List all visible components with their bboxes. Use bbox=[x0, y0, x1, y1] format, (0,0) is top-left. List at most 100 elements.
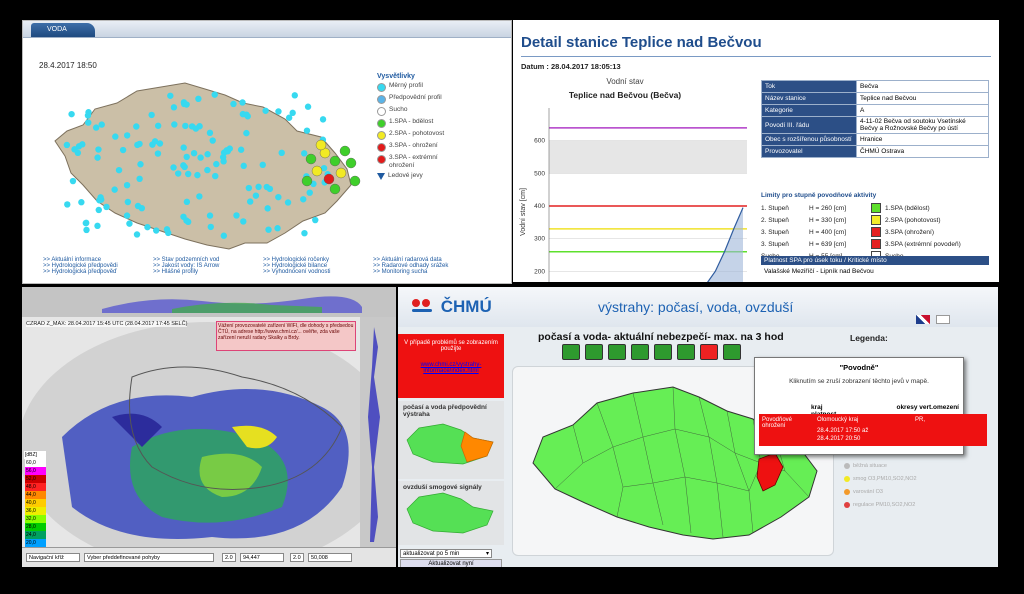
chart-title: Vodní stav bbox=[606, 77, 643, 86]
step-field-1[interactable]: 2.0 bbox=[222, 553, 236, 562]
gauge-dot bbox=[126, 220, 133, 227]
gauge-dot bbox=[136, 140, 143, 148]
gauge-dot bbox=[255, 183, 262, 191]
footer-link[interactable]: >> Vyhodnocení vodnosti bbox=[263, 269, 373, 275]
row-okres: PR, bbox=[915, 417, 926, 423]
title-divider bbox=[521, 56, 991, 57]
legend-item: Měrný profil bbox=[377, 82, 457, 92]
step-field-2[interactable]: 2.0 bbox=[290, 553, 304, 562]
coord-field-2[interactable]: 50,008 bbox=[308, 553, 352, 562]
tab-voda[interactable]: VODA bbox=[31, 23, 95, 37]
phenomenon-toggle-icon[interactable] bbox=[677, 344, 695, 360]
gauge-dot bbox=[85, 109, 92, 116]
gauge-dot bbox=[167, 92, 174, 99]
gauge-dot bbox=[111, 186, 118, 193]
warning-row[interactable]: Povodňové ohrožení Olomoucký kraj 28.4.2… bbox=[759, 414, 987, 446]
mail-icon[interactable] bbox=[936, 315, 950, 324]
gauge-dot bbox=[211, 91, 218, 98]
smog-signal-box[interactable]: ovzduší smogové signály bbox=[398, 481, 504, 545]
gauge-dot bbox=[112, 133, 119, 140]
smog-minimap[interactable] bbox=[403, 491, 499, 535]
alert-dot bbox=[335, 167, 347, 179]
legend-marker-icon bbox=[377, 95, 386, 104]
phenomenon-toggle-icon[interactable] bbox=[608, 344, 626, 360]
problem-link[interactable]: www.chmi.cz/vystrahy-informace/index.htm… bbox=[398, 362, 504, 374]
chmu-logo[interactable]: ČHMÚ bbox=[410, 297, 492, 317]
table-row: Povodí III. řádu 4-11-02 Bečva od soutoku… bbox=[761, 116, 989, 134]
limit-stage: 2. Stupeň bbox=[761, 216, 789, 224]
gauge-dot bbox=[180, 100, 188, 108]
logo-text: ČHMÚ bbox=[440, 297, 492, 316]
limit-row: 1. Stupeň H = 260 [cm] 1.SPA (bdělost) bbox=[761, 202, 989, 214]
gauge-dot bbox=[204, 166, 211, 174]
table-key: Obec s rozšířenou působností bbox=[761, 133, 857, 146]
scale-step: 20,0 bbox=[25, 539, 46, 547]
footer-links: >> Aktuální informace >> Stav podzemních … bbox=[43, 257, 483, 275]
legend-marker-icon bbox=[377, 173, 385, 180]
legend-list-item: varování O3 bbox=[844, 485, 917, 498]
gauge-dot bbox=[206, 212, 214, 219]
nav-cross-select[interactable]: Navigační kříž bbox=[26, 553, 80, 562]
gauge-dot bbox=[71, 146, 78, 153]
phenomenon-toggle-icon[interactable] bbox=[585, 344, 603, 360]
phenomenon-toggle-icon[interactable] bbox=[654, 344, 672, 360]
tab-bar: VODA bbox=[23, 21, 511, 38]
y-tick-label: 400 bbox=[534, 203, 545, 210]
popup-title: "Povodně" bbox=[839, 363, 879, 372]
alert-dot bbox=[349, 175, 361, 187]
gauge-dot bbox=[264, 205, 271, 212]
y-tick-label: 300 bbox=[534, 236, 545, 243]
warnings-header: ČHMÚ výstrahy: počasí, voda, ovzduší bbox=[398, 287, 998, 327]
cz-water-map[interactable] bbox=[35, 61, 375, 261]
coord-field-1[interactable]: 94,447 bbox=[240, 553, 284, 562]
gauge-dot bbox=[278, 149, 285, 157]
forecast-warning-box[interactable]: počasí a voda předpovědní výstraha bbox=[398, 401, 504, 479]
gauge-dot bbox=[133, 231, 141, 238]
legend-item: 1.SPA - bdělost bbox=[377, 118, 457, 128]
station-detail-panel: Detail stanice Teplice nad Bečvou Datum … bbox=[513, 20, 999, 282]
phenomenon-toggle-icon[interactable] bbox=[631, 344, 649, 360]
legend-dot-icon bbox=[844, 475, 850, 482]
gauge-dot bbox=[275, 108, 282, 115]
scale-step: 32,0 bbox=[25, 515, 46, 523]
row-kraj: Olomoucký kraj bbox=[817, 417, 859, 423]
alert-dot bbox=[305, 153, 317, 165]
gauge-dot bbox=[63, 141, 71, 149]
table-value: Bečva bbox=[856, 80, 989, 93]
gauge-dot bbox=[206, 129, 214, 137]
y-tick-label: 200 bbox=[534, 268, 545, 275]
legend-dot-icon bbox=[844, 501, 850, 508]
legend-item: 3.SPA - extrémní ohrožení bbox=[377, 154, 457, 170]
gauge-dot bbox=[213, 160, 220, 168]
legend-label: Ledové jevy bbox=[388, 172, 423, 179]
legend-item: Ledové jevy bbox=[377, 172, 457, 180]
preset-moves-select[interactable]: Vyber předdefinované pohyby bbox=[84, 553, 214, 562]
footer-link[interactable]: >> Monitoring sucha bbox=[373, 269, 483, 275]
refresh-now-button[interactable]: Aktualizovat nyní bbox=[400, 559, 502, 567]
gauge-dot bbox=[275, 193, 282, 201]
legend-label: 2.SPA - pohotovost bbox=[389, 130, 445, 137]
footer-link[interactable]: >> Hydrologická předpověď bbox=[43, 269, 153, 275]
footer-link[interactable]: >> Hlášné profily bbox=[153, 269, 263, 275]
gauge-dot bbox=[78, 199, 85, 206]
phenomenon-toggle-icon[interactable] bbox=[700, 344, 718, 360]
gauge-dot bbox=[170, 164, 177, 171]
forecast-minimap[interactable] bbox=[403, 418, 499, 470]
limit-height: H = 639 [cm] bbox=[809, 240, 847, 248]
table-row: Provozovatel ČHMÚ Ostrava bbox=[761, 145, 989, 158]
alert-dot bbox=[345, 157, 357, 169]
legend-marker-icon bbox=[377, 107, 386, 116]
uk-flag-icon[interactable] bbox=[916, 315, 930, 324]
phenomenon-toggle-icon[interactable] bbox=[723, 344, 741, 360]
warnings-panel: ČHMÚ výstrahy: počasí, voda, ovzduší V p… bbox=[398, 287, 998, 567]
map-legend: Vysvětlivky Měrný profil Předpovědní prof… bbox=[377, 73, 457, 182]
legend-title: Legenda: bbox=[850, 333, 888, 343]
gauge-dot bbox=[240, 218, 247, 225]
refresh-interval-select[interactable]: aktualizovat po 5 min ▾ bbox=[400, 549, 492, 558]
gauge-dot bbox=[82, 219, 90, 227]
limit-row: 2. Stupeň H = 330 [cm] 2.SPA (pohotovost) bbox=[761, 214, 989, 226]
radar-map[interactable] bbox=[22, 317, 396, 547]
alert-dot bbox=[311, 165, 323, 177]
scale-step: 52,0 bbox=[25, 475, 46, 483]
phenomenon-toggle-icon[interactable] bbox=[562, 344, 580, 360]
